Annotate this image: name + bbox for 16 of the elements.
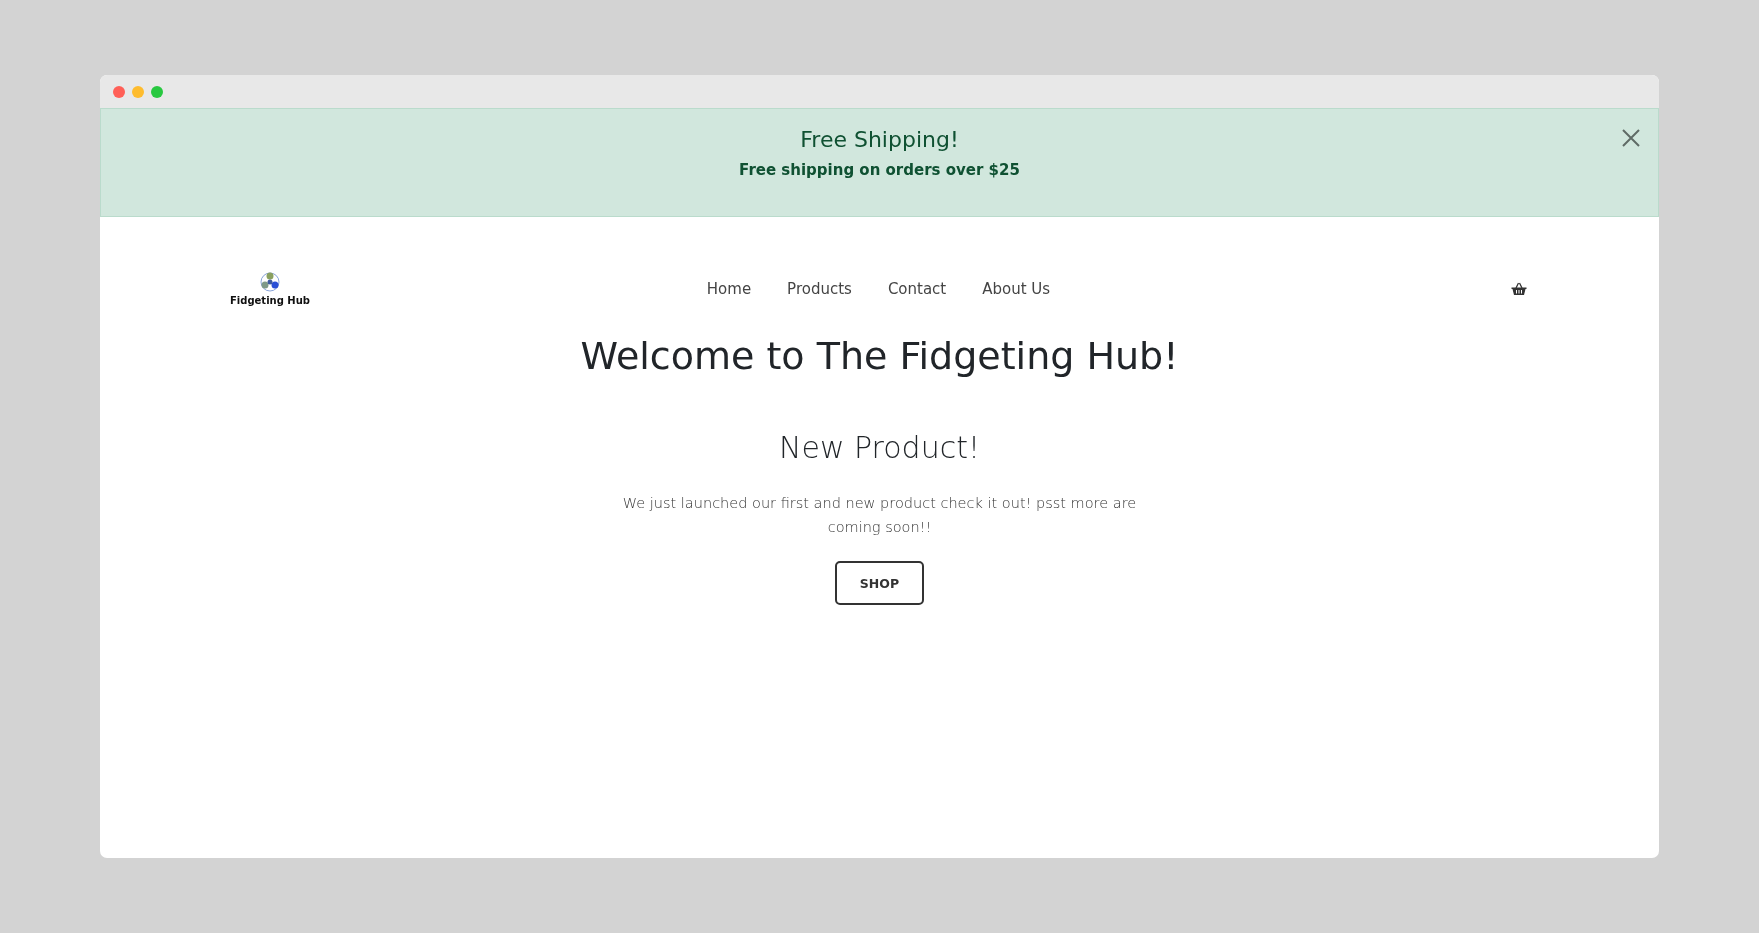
nav-link[interactable]: About Us xyxy=(964,279,1069,298)
nav-link[interactable]: Home xyxy=(688,279,770,298)
banner-title: Free Shipping! xyxy=(800,127,959,152)
section-heading: New Product! xyxy=(779,430,980,465)
spinner-logo-icon[interactable] xyxy=(259,271,281,293)
page-heading: Welcome to The Fidgeting Hub! xyxy=(580,334,1179,378)
nav-link[interactable]: Products xyxy=(769,279,870,298)
shop-button[interactable]: SHOP xyxy=(835,561,924,605)
close-window-dot[interactable] xyxy=(113,85,125,98)
minimize-window-dot[interactable] xyxy=(132,85,144,98)
banner-message: Free shipping on orders over $25 xyxy=(739,161,1020,179)
section-text: We just launched our first and new product check it out! psst more are coming soon!! xyxy=(621,494,1138,537)
brand-name: Fidgeting Hub xyxy=(230,295,310,306)
nav-link[interactable]: Contact xyxy=(869,279,965,298)
basket-icon[interactable] xyxy=(1511,281,1527,296)
maximize-window-dot[interactable] xyxy=(151,85,163,98)
